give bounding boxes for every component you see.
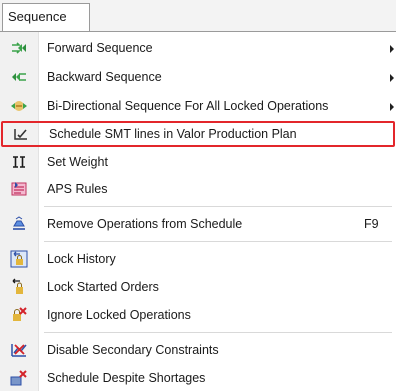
menu-separator <box>44 206 392 207</box>
menu-item-label: Remove Operations from Schedule <box>47 217 243 231</box>
menu-separator <box>44 332 392 333</box>
menu-separator <box>44 241 392 242</box>
menu-item-label: Schedule Despite Shortages <box>47 371 206 385</box>
menu-item-set-weight[interactable]: Set Weight <box>0 149 396 175</box>
sequence-menu-tab[interactable]: Sequence <box>2 3 90 32</box>
menu-item-label: Forward Sequence <box>47 41 153 55</box>
menu-item-label: Lock Started Orders <box>47 280 159 294</box>
shortcut-key: F9 <box>364 217 379 231</box>
schedule-check-icon <box>12 125 30 143</box>
menu-item-lock-history[interactable]: Lock History <box>0 246 396 272</box>
remove-operations-icon <box>10 215 28 233</box>
weight-bars-icon <box>10 153 28 171</box>
menu-item-label: Backward Sequence <box>47 70 162 84</box>
menu-item-label: Ignore Locked Operations <box>47 308 191 322</box>
menu-item-label: Bi-Directional Sequence For All Locked O… <box>47 99 329 113</box>
menu-item-schedule-smt-lines[interactable]: Schedule SMT lines in Valor Production P… <box>1 121 395 147</box>
schedule-shortages-icon <box>10 369 28 387</box>
submenu-arrow-icon <box>390 103 394 111</box>
menu-item-remove-operations[interactable]: Remove Operations from Schedule F9 <box>0 211 396 237</box>
menu-item-disable-secondary-constraints[interactable]: Disable Secondary Constraints <box>0 337 396 363</box>
menu-item-label: Lock History <box>47 252 116 266</box>
menu-item-aps-rules[interactable]: APS Rules <box>0 176 396 202</box>
disable-constraints-icon <box>10 341 28 359</box>
menu-item-backward-sequence[interactable]: Backward Sequence <box>0 64 396 90</box>
menu-item-label: APS Rules <box>47 182 108 196</box>
menu-item-ignore-locked-operations[interactable]: Ignore Locked Operations <box>0 302 396 328</box>
sequence-dropdown-menu: Forward Sequence Backward Sequence Bi-Di… <box>0 31 396 391</box>
menu-item-label: Set Weight <box>47 155 108 169</box>
menu-item-forward-sequence[interactable]: Forward Sequence <box>0 35 396 61</box>
backward-arrows-icon <box>10 68 28 86</box>
menu-item-schedule-despite-shortages[interactable]: Schedule Despite Shortages <box>0 365 396 391</box>
ignore-locked-icon <box>10 306 28 324</box>
submenu-arrow-icon <box>390 74 394 82</box>
menu-bar: Sequence <box>0 0 396 32</box>
rules-icon <box>10 180 28 198</box>
menu-item-lock-started-orders[interactable]: Lock Started Orders <box>0 274 396 300</box>
bidirectional-arrows-icon <box>10 97 28 115</box>
menu-item-label: Disable Secondary Constraints <box>47 343 219 357</box>
menu-item-label: Schedule SMT lines in Valor Production P… <box>49 127 297 141</box>
forward-arrows-icon <box>10 39 28 57</box>
menu-item-bidirectional-sequence[interactable]: Bi-Directional Sequence For All Locked O… <box>0 93 396 119</box>
lock-started-icon <box>10 278 28 296</box>
submenu-arrow-icon <box>390 45 394 53</box>
lock-history-icon <box>10 250 28 268</box>
